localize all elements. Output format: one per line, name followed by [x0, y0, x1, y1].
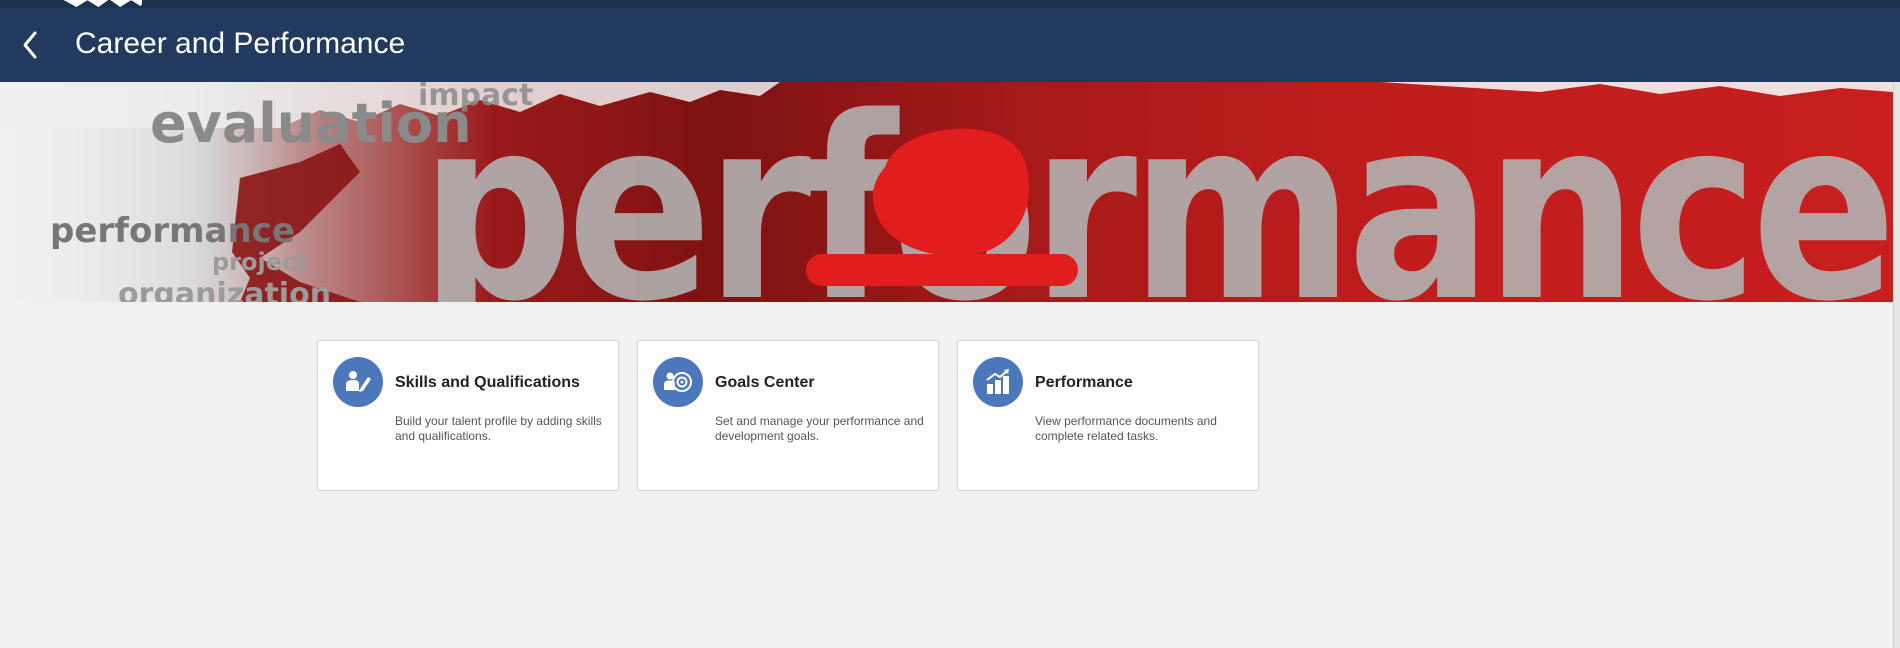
page-header: Career and Performance	[0, 8, 1900, 82]
card-list: Skills and Qualifications Build your tal…	[317, 340, 1259, 491]
banner-image: impact evaluation performance project or…	[0, 82, 1893, 302]
card-title: Skills and Qualifications	[395, 374, 580, 391]
banner-big-word: performance	[420, 82, 1890, 302]
card-performance[interactable]: Performance View performance documents a…	[957, 340, 1259, 491]
top-strip	[0, 0, 1900, 8]
page-title: Career and Performance	[75, 27, 406, 60]
card-description: Build your talent profile by adding skil…	[395, 414, 602, 443]
target-person-icon	[653, 357, 703, 407]
card-description: Set and manage your performance and deve…	[715, 414, 924, 443]
page: Career and Performance impact evaluation…	[0, 0, 1900, 648]
card-skills-and-qualifications[interactable]: Skills and Qualifications Build your tal…	[317, 340, 619, 491]
banner-word-project: project	[212, 248, 308, 276]
scrollbar-edge	[1893, 82, 1900, 648]
card-goals-center[interactable]: Goals Center Set and manage your perform…	[637, 340, 939, 491]
banner-word-organization: organization	[118, 277, 331, 302]
back-button[interactable]	[14, 28, 46, 62]
card-title: Goals Center	[715, 374, 815, 391]
banner-word-performance-small: performance	[50, 211, 295, 251]
person-edit-icon	[333, 357, 383, 407]
logo-fragment	[64, 0, 142, 7]
card-title: Performance	[1035, 374, 1133, 391]
card-description: View performance documents and complete …	[1035, 414, 1217, 443]
chevron-left-icon	[23, 31, 37, 59]
bar-chart-trend-icon	[973, 357, 1023, 407]
